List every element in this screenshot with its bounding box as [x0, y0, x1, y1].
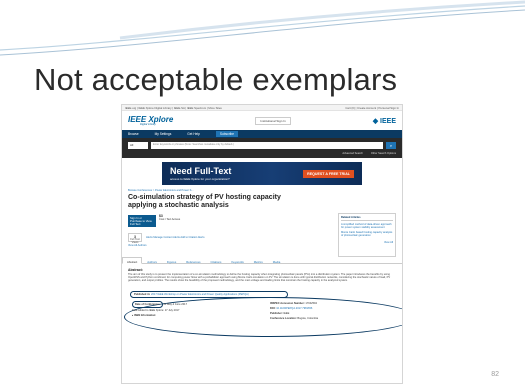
- nav-subscribe-button[interactable]: Subscribe: [215, 131, 239, 137]
- search-input[interactable]: Enter keywords or phrases (Note: Searche…: [151, 141, 383, 149]
- ieee-xplore-logo[interactable]: IEEE Xplore Digital Library: [128, 115, 173, 126]
- alerts-links[interactable]: Alerts Manage Content Alerts Add to Cita…: [146, 236, 205, 239]
- tab-figures[interactable]: Figures: [162, 257, 181, 264]
- full-text-ad-banner[interactable]: Need Full-Text access to IEEE Xplore for…: [162, 162, 362, 185]
- ad-subtitle: access to IEEE Xplore for your organizat…: [170, 176, 230, 181]
- sign-in-or-purchase-button[interactable]: Sign In or Purchase to View Full Text: [128, 215, 156, 227]
- search-scope-select[interactable]: All: [128, 141, 148, 149]
- date-of-conference-highlight: Date of Conference:: [132, 300, 163, 308]
- advanced-search-link[interactable]: Advanced Search: [342, 152, 362, 155]
- conference-location-value: Bogota, Colombia: [297, 316, 319, 320]
- tab-citations[interactable]: Citations: [206, 257, 227, 264]
- utility-links-right[interactable]: Cart (0) | Create Account | Personal Sig…: [345, 106, 399, 110]
- published-in-link[interactable]: 2017 IEEE Workshop on Power Electronics …: [151, 293, 249, 296]
- inspec-label: INSPEC Accession Number:: [270, 301, 305, 305]
- ieee-logo[interactable]: ◆ IEEE: [373, 117, 396, 125]
- date-of-conference-value: 31 May-2 June 2017: [163, 302, 188, 306]
- article-stats: 3 Full Text Views Alerts Manage Content …: [128, 233, 298, 244]
- slide-page-number: 82: [491, 371, 499, 378]
- isbn-information-toggle[interactable]: ISBN Information:: [134, 314, 156, 317]
- main-nav: Browse My Settings Get Help Subscribe: [122, 130, 402, 138]
- abstract-heading: Abstract:: [128, 268, 143, 272]
- doi-label: DOI:: [270, 306, 276, 310]
- article-header: Browse Conferences > Power Electronics a…: [122, 185, 402, 257]
- nav-get-help[interactable]: Get Help: [187, 132, 200, 136]
- search-bar: All Enter keywords or phrases (Note: Sea…: [122, 138, 402, 158]
- breadcrumb[interactable]: Browse Conferences > Power Electronics a…: [128, 189, 298, 192]
- institutional-sign-in-button[interactable]: Institutional Sign In: [255, 116, 291, 125]
- related-articles-panel: Related Articles A simplified method of …: [338, 213, 396, 257]
- tab-media[interactable]: Media: [268, 257, 286, 264]
- price-box: $3 Cost / Text Access: [159, 214, 181, 221]
- related-article-item[interactable]: A simplified method of data-driven appro…: [341, 223, 393, 229]
- request-free-trial-button[interactable]: REQUEST A FREE TRIAL: [303, 169, 354, 178]
- slide-header-swoosh: [0, 0, 525, 56]
- article-metadata: Published in: 2017 IEEE Workshop on Powe…: [124, 289, 402, 337]
- other-search-options-link[interactable]: Other Search Options: [371, 152, 396, 155]
- date-added: Date Added to IEEE Xplore: 17 July 2017: [132, 308, 180, 312]
- published-in-highlight: Published in: 2017 IEEE Workshop on Powe…: [130, 290, 288, 298]
- nav-browse[interactable]: Browse: [128, 132, 139, 136]
- article-title: Co-simulation strategy of PV hosting cap…: [128, 194, 281, 209]
- abstract-text: The aim of this study is to present the …: [128, 273, 391, 283]
- metadata-right-column: INSPEC Accession Number: 17042594 DOI: 1…: [270, 301, 318, 321]
- publisher-value: IEEE: [283, 311, 290, 315]
- conference-location-label: Conference Location:: [270, 316, 297, 320]
- related-article-item[interactable]: Monte Carlo based hosting capacity analy…: [341, 231, 393, 237]
- slide-title: Not acceptable exemplars: [34, 62, 398, 97]
- article-tabs: Abstract Authors Figures References Cita…: [122, 257, 402, 264]
- search-button[interactable]: ⌕: [386, 141, 396, 149]
- published-in-label: Published in:: [134, 293, 151, 297]
- slide: Not acceptable exemplars IEEE.org | IEEE…: [0, 0, 525, 390]
- tab-abstract[interactable]: Abstract: [122, 257, 143, 264]
- publisher-label: Publisher:: [270, 311, 283, 315]
- nav-my-settings[interactable]: My Settings: [155, 132, 172, 136]
- ieee-logo-text: IEEE: [380, 117, 396, 125]
- abstract-section: Abstract: The aim of this study is to pr…: [122, 264, 402, 287]
- date-of-conference-label: Date of Conference:: [135, 302, 160, 306]
- price-label: Cost / Text Access: [159, 218, 181, 221]
- doi-link[interactable]: 10.1109/PEPQA.2017.7981656: [276, 307, 312, 310]
- utility-links-left[interactable]: IEEE.org | IEEE Xplore Digital Library |…: [125, 106, 222, 110]
- related-articles-title: Related Articles: [341, 216, 393, 221]
- ad-title: Need Full-Text: [170, 165, 232, 176]
- tab-metrics[interactable]: Metrics: [249, 257, 268, 264]
- related-view-all-link[interactable]: View All: [341, 241, 393, 244]
- tab-keywords[interactable]: Keywords: [226, 257, 248, 264]
- metadata-left-column: Date of Conference: 31 May-2 June 2017 D…: [132, 300, 188, 318]
- tab-authors[interactable]: Authors: [142, 257, 162, 264]
- inspec-value: 17042594: [305, 301, 317, 305]
- ieee-xplore-screenshot: IEEE.org | IEEE Xplore Digital Library |…: [121, 104, 403, 384]
- brand-bar: IEEE Xplore Digital Library Institutiona…: [122, 111, 402, 130]
- view-all-authors-link[interactable]: View All Authors: [128, 244, 298, 247]
- full-text-views-box: 3 Full Text Views: [128, 233, 142, 244]
- search-icon: ⌕: [389, 142, 393, 148]
- tab-references[interactable]: References: [181, 257, 205, 264]
